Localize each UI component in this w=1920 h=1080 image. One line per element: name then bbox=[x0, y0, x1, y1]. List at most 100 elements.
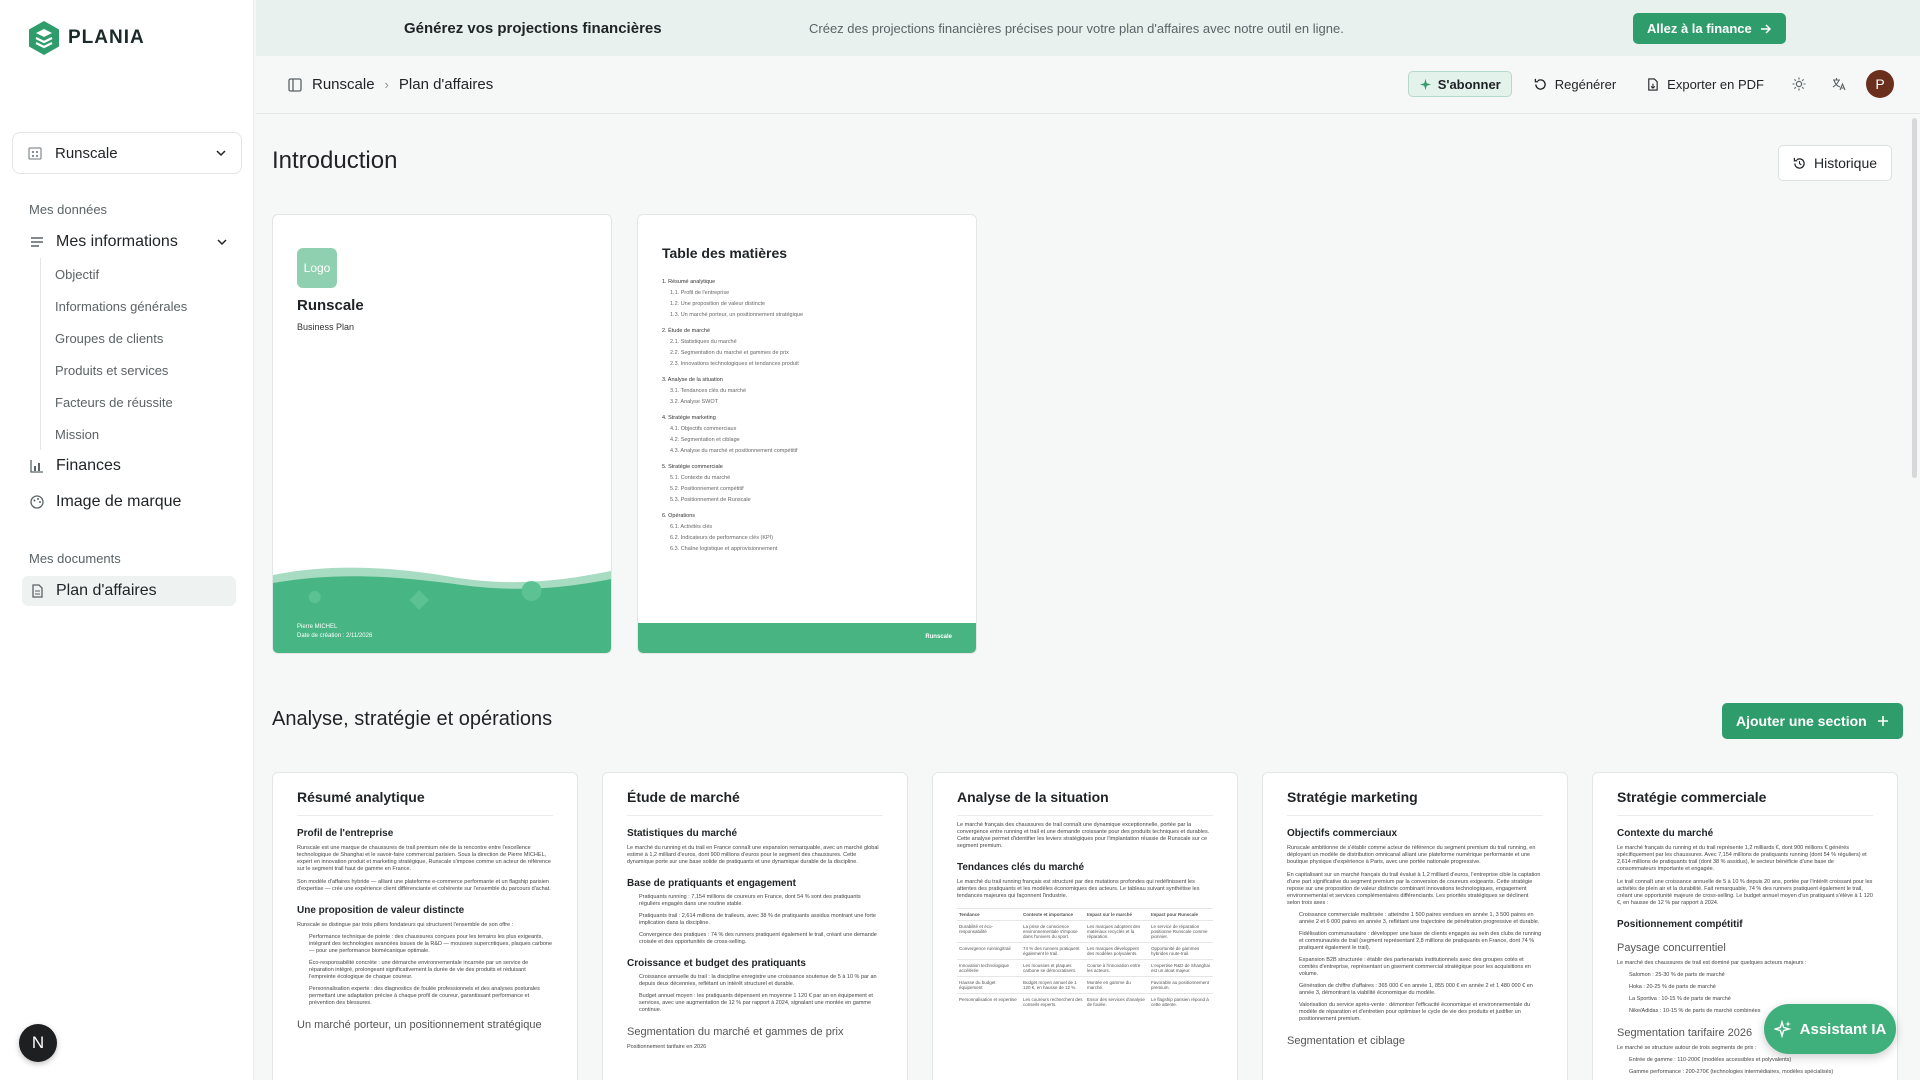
breadcrumb-item[interactable]: Runscale bbox=[312, 76, 375, 93]
language-button[interactable] bbox=[1826, 71, 1852, 97]
toc-item: 6.3. Chaîne logistique et approvisionnem… bbox=[670, 546, 778, 552]
section-label-my-documents: Mes documents bbox=[29, 551, 121, 566]
section-bullet: Salomon : 25-30 % de parts de marché bbox=[1629, 972, 1725, 978]
table-cell: 74 % des runners pratiquent également le… bbox=[1021, 942, 1085, 960]
section-bullet: Budget annuel moyen : les pratiquants dé… bbox=[639, 993, 873, 1013]
cover-company-name: Runscale bbox=[297, 297, 364, 314]
section-bullet: Convergence des pratiques : 74 % des run… bbox=[639, 932, 877, 945]
add-section-button[interactable]: Ajouter une section bbox=[1722, 703, 1903, 739]
toc-title: Table des matières bbox=[662, 245, 788, 261]
export-pdf-button[interactable]: Exporter en PDF bbox=[1638, 71, 1772, 97]
brand-logo[interactable]: PLANIA bbox=[28, 20, 145, 56]
sidebar-item-finances[interactable]: Finances bbox=[22, 451, 236, 481]
section-subheading: Statistiques du marché bbox=[627, 828, 738, 839]
table-cell: Convergence running/trail bbox=[957, 942, 1021, 960]
toc-footer: Runscale bbox=[638, 623, 976, 653]
banner-title: Générez vos projections financières bbox=[404, 19, 662, 37]
toc-item: 3.1. Tendances clés du marché bbox=[670, 388, 747, 394]
section-subheading: Tendances clés du marché bbox=[957, 862, 1085, 873]
workspace-avatar[interactable]: N bbox=[19, 1024, 57, 1062]
section-card-executive-summary[interactable]: Résumé analytique Profil de l'entreprise R… bbox=[272, 772, 578, 1080]
section-subheading: Positionnement compétitif bbox=[1617, 919, 1743, 930]
cover-date: Date de création : 2/11/2026 bbox=[297, 633, 373, 639]
section-paragraph: Runscale se distingue par trois piliers … bbox=[297, 922, 514, 928]
ai-assistant-button[interactable]: Assistant IA bbox=[1764, 1004, 1896, 1054]
cover-subtitle: Business Plan bbox=[297, 322, 355, 332]
sidebar-subitem-objective[interactable]: Objectif bbox=[55, 258, 187, 290]
workspace-select[interactable]: Runscale bbox=[12, 132, 242, 174]
sidebar-subitem-general-info[interactable]: Informations générales bbox=[55, 290, 187, 322]
sidebar-item-business-plan[interactable]: Plan d'affaires bbox=[22, 576, 236, 606]
toc-item: 2.2. Segmentation du marché et gammes de… bbox=[670, 350, 789, 356]
sidebar-item-label: Image de marque bbox=[56, 493, 182, 510]
sidebar-item-brand-image[interactable]: Image de marque bbox=[22, 487, 236, 517]
sidebar-toggle-icon[interactable] bbox=[288, 77, 302, 92]
bar-chart-icon bbox=[30, 460, 43, 473]
regenerate-button[interactable]: Regénérer bbox=[1526, 71, 1624, 97]
cover-page-preview[interactable]: Logo Runscale Business Plan Pierre MICHE… bbox=[272, 214, 612, 654]
toc-item: 6.2. Indicateurs de performance clés (KP… bbox=[670, 535, 774, 541]
section-card-situation-analysis[interactable]: Analyse de la situation Le marché françai… bbox=[932, 772, 1238, 1080]
sidebar-subitem-products[interactable]: Produits et services bbox=[55, 354, 187, 386]
translate-icon bbox=[1832, 78, 1846, 91]
toc-item: 5.3. Positionnement de Runscale bbox=[670, 497, 751, 503]
section-bullet: Valorisation du service après-vente : dé… bbox=[1299, 1002, 1531, 1022]
sun-icon bbox=[1792, 77, 1806, 91]
section-card-title: Étude de marché bbox=[627, 789, 883, 816]
brand-name: PLANIA bbox=[68, 27, 145, 48]
toc-item: 5.1. Contexte du marché bbox=[670, 475, 731, 481]
section-card-title: Stratégie marketing bbox=[1287, 789, 1543, 816]
section-subheading: Segmentation et ciblage bbox=[1287, 1035, 1406, 1047]
toc-item: 2.1. Statistiques du marché bbox=[670, 339, 737, 345]
sparkles-icon bbox=[1419, 78, 1431, 90]
section-bullet: Pratiquants running : 7,154 millions de … bbox=[639, 894, 861, 907]
cover-author: Pierre MICHEL bbox=[297, 624, 338, 630]
section-bullet: Éco-responsabilité concrète : une démarc… bbox=[309, 960, 529, 980]
table-cell: Course à l'innovation entre les acteurs. bbox=[1085, 959, 1149, 977]
section-subheading: Base de pratiquants et engagement bbox=[627, 878, 796, 889]
section-bullet: Fidélisation communautaire : développer … bbox=[1299, 931, 1542, 951]
toc-item: 4.3. Analyse du marché et positionnement… bbox=[670, 448, 798, 454]
promo-banner: Générez vos projections financières Crée… bbox=[256, 0, 1920, 56]
analysis-heading: Analyse, stratégie et opérations bbox=[272, 708, 553, 730]
toc-page-preview[interactable]: Table des matières 1. Résumé analytique 1… bbox=[637, 214, 977, 654]
user-avatar[interactable]: P bbox=[1866, 70, 1894, 98]
sidebar-subitem-customer-groups[interactable]: Groupes de clients bbox=[55, 322, 187, 354]
my-info-submenu: Objectif Informations générales Groupes … bbox=[40, 258, 187, 450]
table-cell: Les marques adoptent des matériaux recyc… bbox=[1085, 920, 1149, 943]
toc-item: 5.2. Positionnement compétitif bbox=[670, 486, 744, 492]
theme-toggle-button[interactable] bbox=[1786, 71, 1812, 97]
header-actions: S'abonner Regénérer Exporter en PDF P bbox=[1407, 70, 1894, 98]
chevron-down-icon bbox=[216, 150, 226, 157]
section-subheading: Segmentation du marché et gammes de prix bbox=[627, 1026, 844, 1038]
company-logo-placeholder: Logo bbox=[297, 248, 337, 288]
section-card-marketing-strategy[interactable]: Stratégie marketing Objectifs commerciaux… bbox=[1262, 772, 1568, 1080]
table-cell: La prise de conscience environnementale … bbox=[1021, 920, 1085, 943]
cover-footer: Pierre MICHEL Date de création : 2/11/20… bbox=[297, 623, 372, 641]
chevron-down-icon bbox=[217, 239, 227, 246]
sidebar-subitem-mission[interactable]: Mission bbox=[55, 418, 187, 450]
section-subheading: Une proposition de valeur distincte bbox=[297, 905, 465, 916]
toc-item: 4.1. Objectifs commerciaux bbox=[670, 426, 737, 432]
go-to-finance-button[interactable]: Allez à la finance bbox=[1633, 13, 1786, 44]
history-button[interactable]: Historique bbox=[1778, 145, 1893, 181]
table-cell: Les marques développent des modèles poly… bbox=[1085, 942, 1149, 960]
section-card-market-study[interactable]: Étude de marché Statistiques du marché Le … bbox=[602, 772, 908, 1080]
section-paragraph: Runscale ambitionne de s'établir comme a… bbox=[1287, 845, 1536, 865]
table-cell: Budget moyen annuel de 1 120 €, en hauss… bbox=[1021, 976, 1085, 994]
table-cell: Opportunité de gammes hybrides route-tra… bbox=[1149, 942, 1213, 960]
section-paragraph: Le marché des chaussures de trail est do… bbox=[1617, 960, 1807, 966]
section-bullet: Personnalisation experte : des diagnosti… bbox=[309, 986, 540, 1006]
subscribe-button[interactable]: S'abonner bbox=[1407, 71, 1512, 97]
breadcrumb: Runscale › Plan d'affaires bbox=[288, 76, 493, 93]
arrow-right-icon bbox=[1760, 23, 1771, 34]
section-subheading: Contexte du marché bbox=[1617, 828, 1714, 839]
sidebar-subitem-success-factors[interactable]: Facteurs de réussite bbox=[55, 386, 187, 418]
sidebar-item-my-info[interactable]: Mes informations bbox=[22, 227, 236, 257]
history-icon bbox=[1793, 157, 1805, 169]
table-cell: Le service de réparation positionne Runs… bbox=[1149, 920, 1213, 943]
section-paragraph: Son modèle d'affaires hybride — alliant … bbox=[297, 879, 551, 892]
scrollbar-thumb[interactable] bbox=[1912, 118, 1917, 478]
table-cell: Le flagship parisien répond à cette atte… bbox=[1149, 993, 1213, 1010]
sidebar-item-label: Mes informations bbox=[56, 233, 178, 250]
